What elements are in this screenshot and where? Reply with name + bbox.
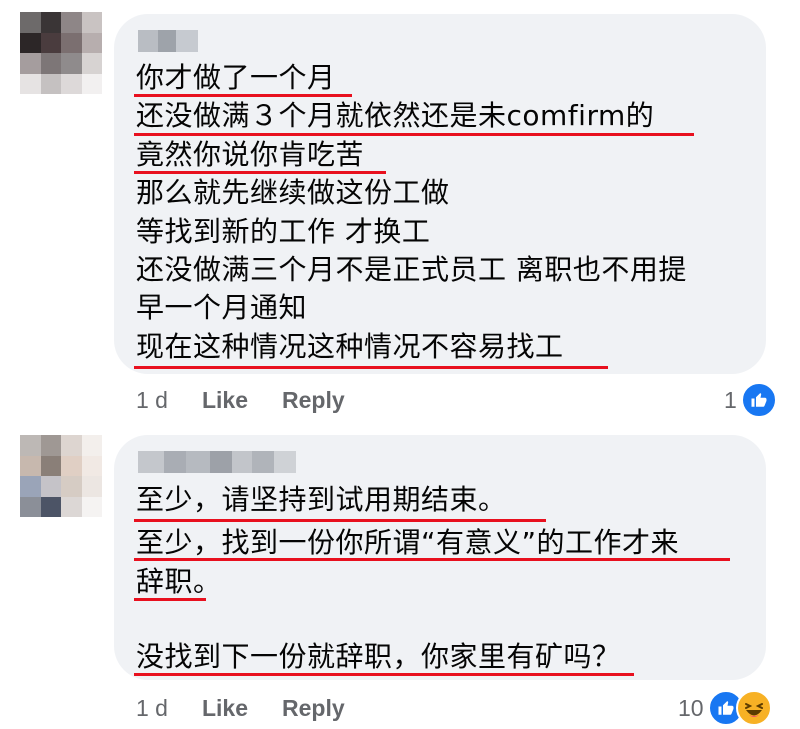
comment-text-line: 你才做了一个月: [136, 61, 336, 94]
comment-text-line: 现在这种情况这种情况不容易找工: [136, 330, 564, 363]
reaction-summary[interactable]: 1: [724, 382, 777, 418]
red-underline: [134, 366, 608, 369]
like-button[interactable]: Like: [202, 387, 248, 414]
author-name-blurred[interactable]: [138, 451, 296, 473]
timestamp[interactable]: 1 d: [136, 695, 168, 722]
red-underline: [134, 598, 206, 601]
red-underline: [134, 94, 352, 97]
red-underline: [134, 558, 730, 561]
red-underline: [134, 133, 694, 136]
red-underline: [134, 171, 386, 174]
comment-text-line: 至少，请坚持到试用期结束。: [136, 483, 507, 516]
like-button[interactable]: Like: [202, 695, 248, 722]
avatar[interactable]: [20, 435, 102, 517]
comment-bubble: 你才做了一个月 还没做满３个月就依然还是未comfirm的 竟然你说你肯吃苦 那…: [114, 14, 766, 374]
comment-bubble: 至少，请坚持到试用期结束。 至少，找到一份你所谓“有意义”的工作才来 辞职。 没…: [114, 435, 766, 680]
author-name-blurred[interactable]: [138, 30, 198, 52]
haha-icon: [735, 690, 772, 726]
reply-button[interactable]: Reply: [282, 387, 345, 414]
comment-text-line: 没找到下一份就辞职，你家里有矿吗？: [136, 640, 621, 673]
comment-text-line: 至少，找到一份你所谓“有意义”的工作才来: [136, 526, 680, 559]
reply-button[interactable]: Reply: [282, 695, 345, 722]
timestamp[interactable]: 1 d: [136, 387, 168, 414]
like-icon: [740, 382, 777, 418]
comment-text-line: 还没做满三个月不是正式员工 离职也不用提: [136, 253, 687, 286]
comment-text-line: 早一个月通知: [136, 291, 308, 324]
comment-text-line: 还没做满３个月就依然还是未comfirm的: [136, 99, 655, 132]
comment-text-line: 辞职。: [136, 565, 222, 598]
comment-text-line: 竟然你说你肯吃苦: [136, 138, 365, 171]
comment-actions: 1 d Like Reply: [136, 385, 379, 415]
reaction-count: 10: [678, 694, 704, 721]
comment-text-line: 等找到新的工作 才换工: [136, 215, 431, 248]
red-underline: [134, 519, 546, 522]
comment-text-line: 那么就先继续做这份工做: [136, 176, 450, 209]
reaction-count: 1: [724, 386, 737, 413]
avatar[interactable]: [20, 12, 102, 94]
reaction-summary[interactable]: 10: [678, 690, 772, 726]
comment-actions: 1 d Like Reply: [136, 693, 379, 723]
red-underline: [134, 673, 634, 676]
